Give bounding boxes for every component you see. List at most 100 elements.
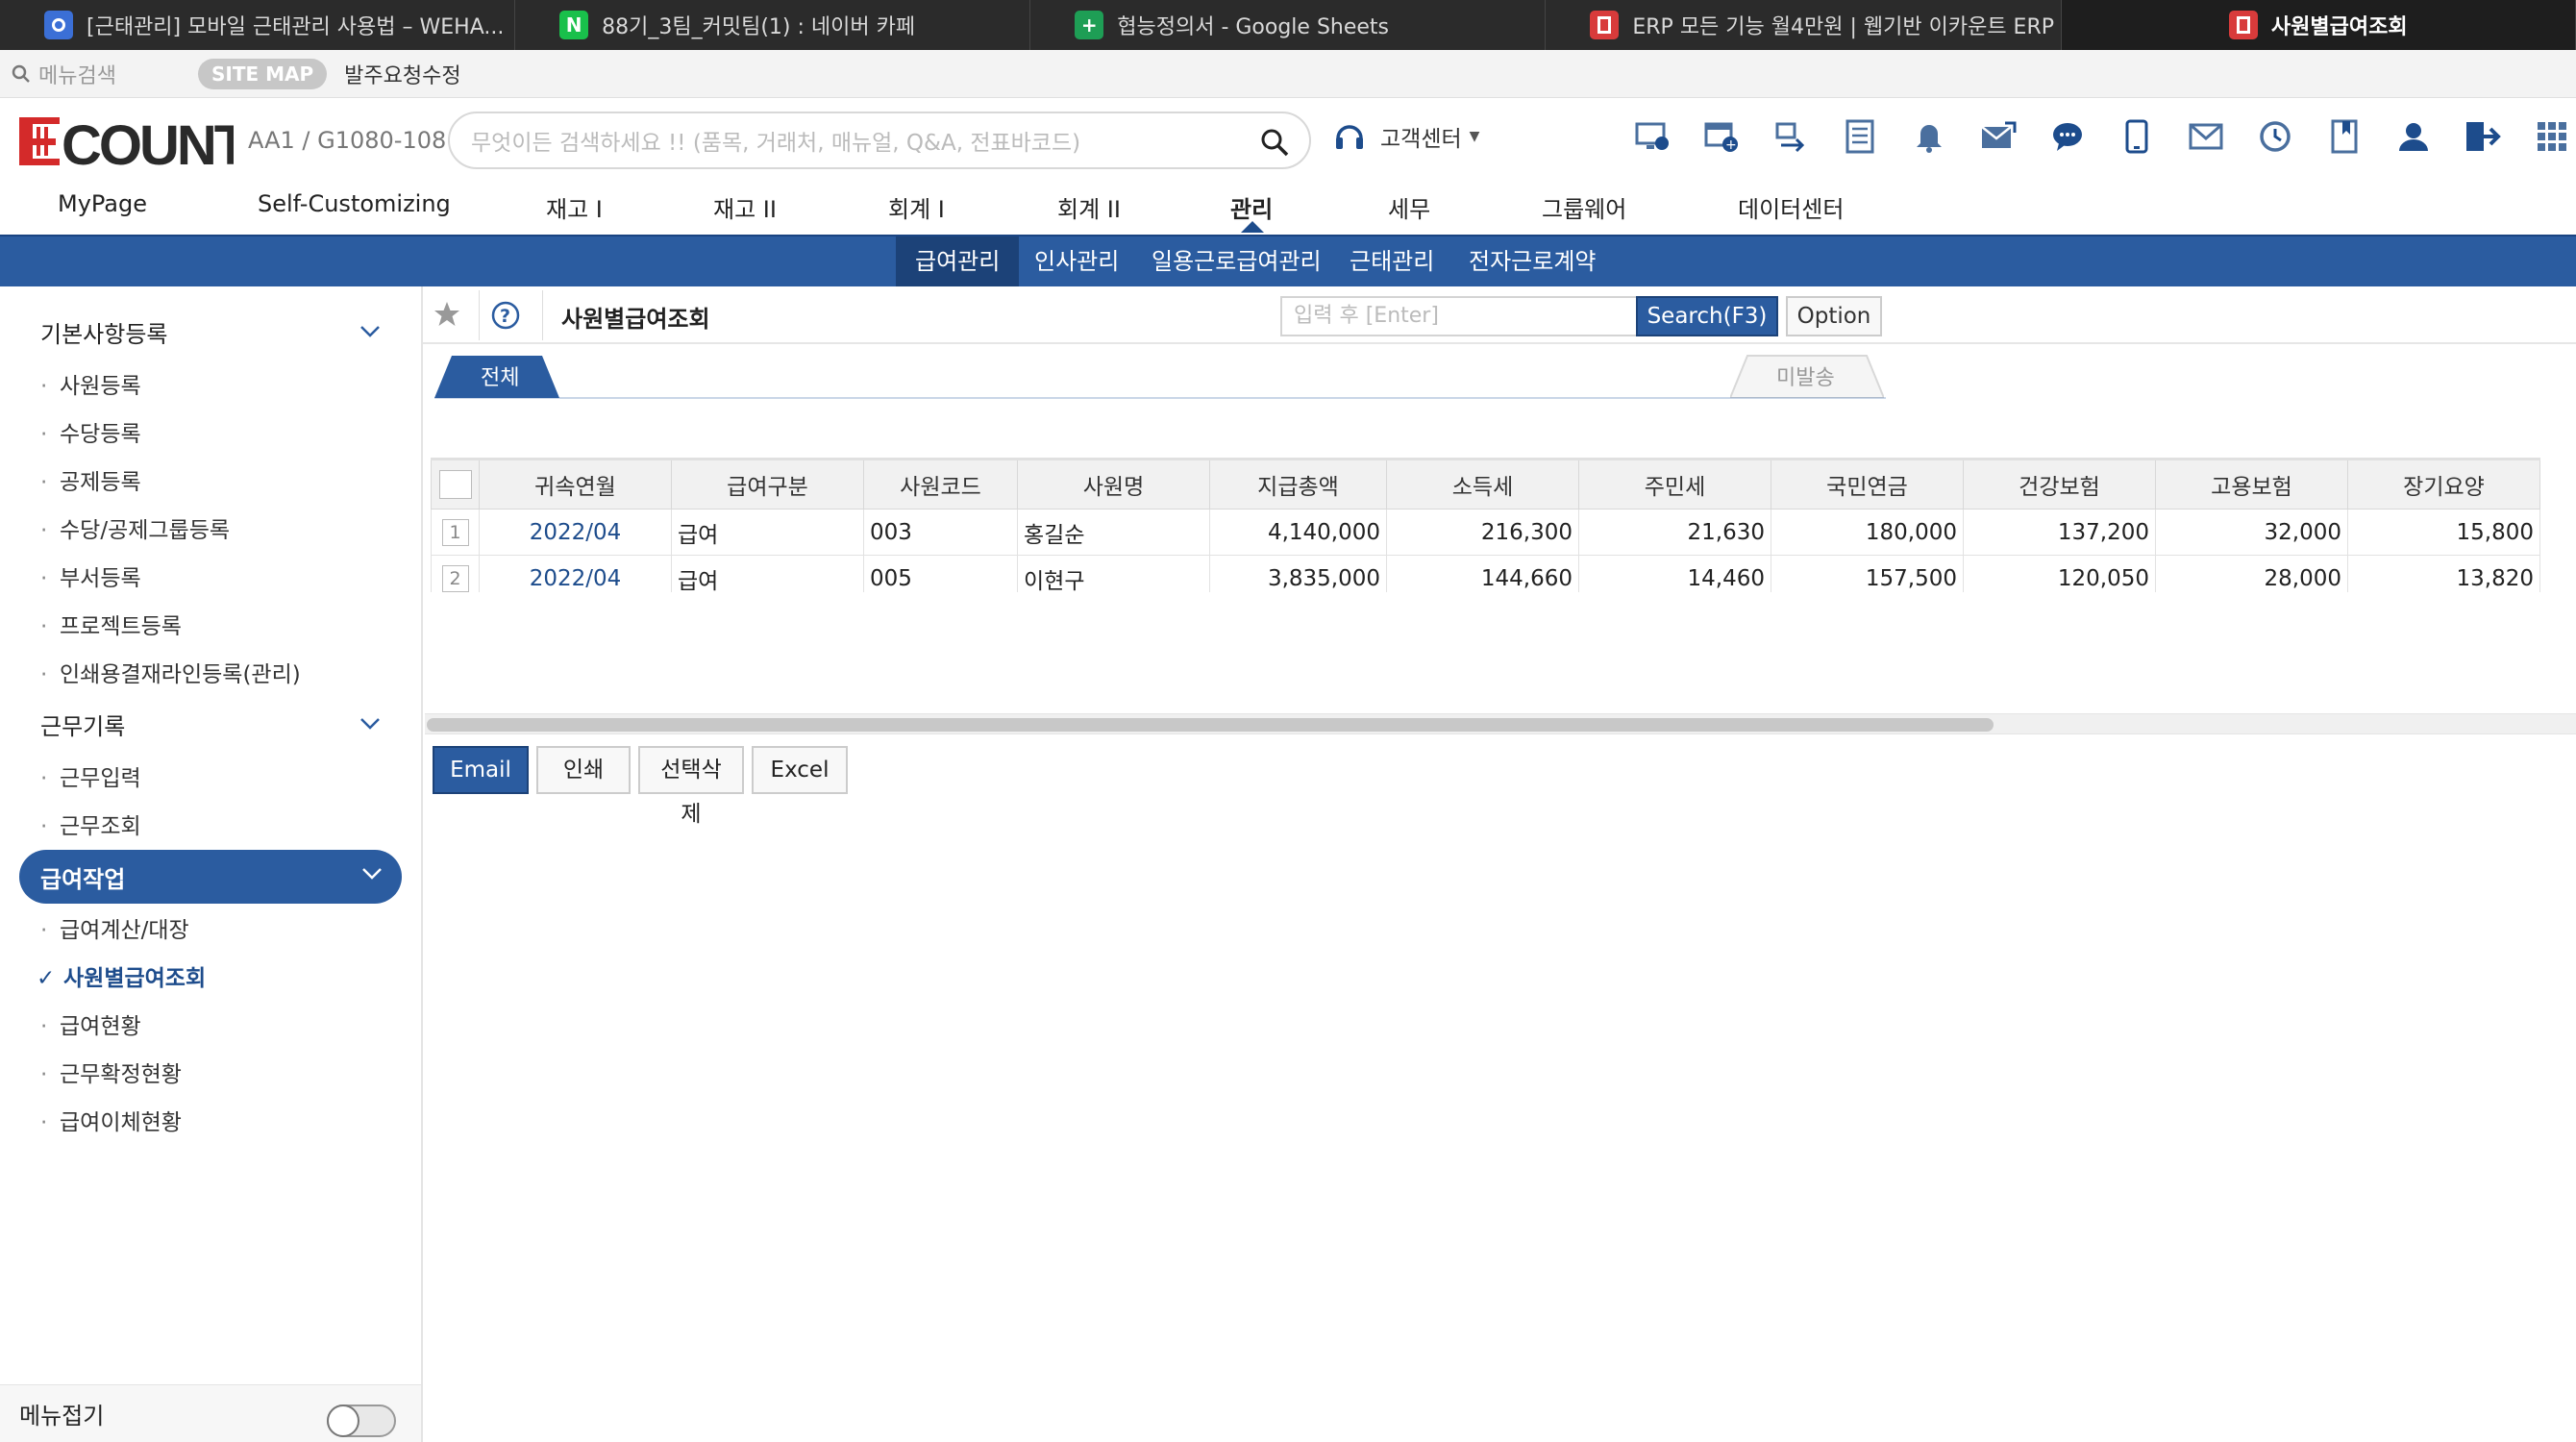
row-number-cell[interactable]: 2 bbox=[431, 555, 480, 592]
search-icon[interactable] bbox=[1259, 127, 1290, 158]
horizontal-scrollbar[interactable] bbox=[425, 713, 2576, 734]
select-all-checkbox[interactable] bbox=[438, 470, 472, 499]
chevron-down-icon[interactable] bbox=[359, 325, 381, 338]
nav-mypage[interactable]: MyPage bbox=[58, 190, 147, 217]
nav-accounting-1[interactable]: 회계 I bbox=[888, 190, 945, 224]
bell-icon[interactable] bbox=[1911, 117, 1947, 156]
browser-tab-4[interactable]: ERP 모든 기능 월4만원 | 웹기반 이카운트 ERP bbox=[1546, 0, 2062, 50]
bookmark-book-icon[interactable] bbox=[2326, 117, 2363, 156]
excel-button[interactable]: Excel bbox=[752, 746, 848, 794]
add-window-icon[interactable]: + bbox=[1703, 117, 1740, 156]
customer-center-menu[interactable]: 고객센터 ▼ bbox=[1332, 119, 1479, 154]
sidebar-item-employee-payroll-current[interactable]: ✓ 사원별급여조회 bbox=[37, 959, 206, 992]
row-pay-type: 급여 bbox=[671, 555, 864, 592]
col-emp-code[interactable]: 사원코드 bbox=[863, 458, 1018, 510]
nav-tax[interactable]: 세무 bbox=[1388, 190, 1430, 224]
col-resident-tax[interactable]: 주민세 bbox=[1578, 458, 1771, 510]
sidebar-item-project-reg[interactable]: · 프로젝트등록 bbox=[40, 608, 182, 640]
nav-groupware[interactable]: 그룹웨어 bbox=[1542, 190, 1626, 224]
menu-search[interactable]: 메뉴검색 bbox=[0, 59, 192, 89]
row-number-cell[interactable]: 1 bbox=[431, 509, 480, 556]
mail-icon[interactable] bbox=[2188, 117, 2224, 156]
scrollbar-thumb[interactable] bbox=[427, 718, 1994, 732]
row-number[interactable]: 1 bbox=[441, 518, 469, 546]
sidebar-item-work-confirm[interactable]: · 근무확정현황 bbox=[40, 1056, 182, 1088]
help-icon[interactable]: ? bbox=[490, 300, 521, 331]
quick-search-input[interactable]: 입력 후 [Enter] bbox=[1280, 296, 1676, 336]
table-row[interactable]: 2 2022/04 급여 005 이현구 3,835,000 144,660 14,460 15… bbox=[431, 555, 2540, 592]
subnav-attendance[interactable]: 근태관리 bbox=[1330, 236, 1453, 286]
mobile-icon[interactable] bbox=[2118, 117, 2155, 156]
sidebar-item-work-query[interactable]: · 근무조회 bbox=[40, 808, 141, 840]
sidebar-item-group-reg[interactable]: · 수당/공제그룹등록 bbox=[40, 511, 230, 544]
user-icon[interactable] bbox=[2395, 117, 2432, 156]
site-map-button[interactable]: SITE MAP bbox=[198, 58, 328, 89]
col-long-term-care[interactable]: 장기요양 bbox=[2347, 458, 2540, 510]
subnav-daily-payroll[interactable]: 일용근로급여관리 bbox=[1132, 236, 1341, 286]
sidebar-group-payroll-active[interactable]: 급여작업 bbox=[19, 850, 402, 904]
sidebar-item-employee-reg[interactable]: · 사원등록 bbox=[40, 367, 141, 400]
tab-unsent[interactable]: 미발송 bbox=[1730, 354, 1884, 398]
col-income-tax[interactable]: 소득세 bbox=[1386, 458, 1579, 510]
browser-tab-1[interactable]: [근태관리] 모바일 근태관리 사용법 – WEHA... bbox=[0, 0, 516, 50]
col-pension[interactable]: 국민연금 bbox=[1771, 458, 1964, 510]
sidebar-item-dept-reg[interactable]: · 부서등록 bbox=[40, 559, 141, 592]
print-button[interactable]: 인쇄 bbox=[536, 746, 631, 794]
mail-send-icon[interactable] bbox=[1980, 117, 2017, 156]
nav-inventory-2[interactable]: 재고 II bbox=[713, 190, 777, 224]
sidebar-group-work[interactable]: 근무기록 bbox=[40, 708, 125, 741]
browser-tab-2[interactable]: N 88기_3팀_커밋팀(1) : 네이버 카페 bbox=[515, 0, 1031, 50]
search-icon bbox=[12, 64, 30, 83]
nav-data-center[interactable]: 데이터센터 bbox=[1738, 190, 1844, 224]
row-month-link[interactable]: 2022/04 bbox=[479, 555, 672, 592]
col-month[interactable]: 귀속연월 bbox=[479, 458, 672, 510]
table-row[interactable]: 1 2022/04 급여 003 홍길순 4,140,000 216,300 21,630 18… bbox=[431, 509, 2540, 556]
col-pay-type[interactable]: 급여구분 bbox=[671, 458, 864, 510]
favorite-star-icon[interactable] bbox=[433, 300, 461, 329]
sidebar-item-work-input[interactable]: · 근무입력 bbox=[40, 759, 141, 792]
col-employment[interactable]: 고용보험 bbox=[2155, 458, 2348, 510]
sidebar-item-approval-line[interactable]: · 인쇄용결재라인등록(관리) bbox=[40, 656, 301, 688]
row-number[interactable]: 2 bbox=[441, 564, 469, 592]
chevron-down-icon[interactable] bbox=[359, 717, 381, 731]
sidebar-item-allowance-reg[interactable]: · 수당등록 bbox=[40, 415, 141, 448]
sidebar-item-payroll-status[interactable]: · 급여현황 bbox=[40, 1007, 141, 1040]
sidebar-item-deduction-reg[interactable]: · 공제등록 bbox=[40, 463, 141, 496]
tab-all[interactable]: 전체 bbox=[434, 354, 559, 398]
delete-selected-button[interactable]: 선택삭제 bbox=[638, 746, 744, 827]
nav-accounting-2[interactable]: 회계 II bbox=[1057, 190, 1121, 224]
nav-self-customizing[interactable]: Self-Customizing bbox=[258, 190, 451, 217]
chat-icon[interactable] bbox=[2049, 117, 2086, 156]
option-button[interactable]: Option bbox=[1786, 296, 1882, 336]
nav-inventory-1[interactable]: 재고 I bbox=[546, 190, 603, 224]
col-emp-name[interactable]: 사원명 bbox=[1017, 458, 1210, 510]
row-income-tax: 144,660 bbox=[1386, 555, 1579, 592]
transfer-icon[interactable] bbox=[1772, 117, 1809, 156]
subnav-e-contract[interactable]: 전자근로계약 bbox=[1449, 236, 1615, 286]
collapse-menu-toggle[interactable] bbox=[327, 1405, 396, 1437]
document-list-icon[interactable] bbox=[1842, 117, 1878, 156]
ecount-logo[interactable]: COUNT bbox=[17, 113, 234, 169]
app-grid-icon[interactable] bbox=[2534, 117, 2570, 156]
subnav-payroll[interactable]: 급여관리 bbox=[896, 236, 1020, 286]
clock-icon[interactable] bbox=[2257, 117, 2293, 156]
browser-tab-3[interactable]: + 협능정의서 - Google Sheets bbox=[1030, 0, 1547, 50]
sidebar-item-payroll-calc[interactable]: · 급여계산/대장 bbox=[40, 911, 189, 944]
col-total-pay[interactable]: 지급총액 bbox=[1209, 458, 1387, 510]
nav-management[interactable]: 관리 bbox=[1230, 190, 1273, 224]
sidebar-group-basic[interactable]: 기본사항등록 bbox=[40, 315, 167, 349]
browser-tab-5-active[interactable]: 사원별급여조회 bbox=[2061, 0, 2576, 50]
logout-icon[interactable] bbox=[2465, 117, 2501, 156]
col-health[interactable]: 건강보험 bbox=[1963, 458, 2156, 510]
order-request-link[interactable]: 발주요청수정 bbox=[344, 59, 460, 89]
remote-support-icon[interactable] bbox=[1634, 117, 1671, 156]
subnav-hr[interactable]: 인사관리 bbox=[1015, 236, 1138, 286]
check-icon: ✓ bbox=[37, 966, 56, 991]
row-month-link[interactable]: 2022/04 bbox=[479, 509, 672, 556]
email-button[interactable]: Email bbox=[433, 746, 529, 794]
row-resident-tax: 21,630 bbox=[1578, 509, 1771, 556]
search-button[interactable]: Search(F3) bbox=[1636, 296, 1778, 336]
global-search-input[interactable]: 무엇이든 검색하세요 !! (품목, 거래처, 매뉴얼, Q&A, 전표바코드) bbox=[448, 112, 1311, 169]
sidebar-item-payroll-transfer[interactable]: · 급여이체현황 bbox=[40, 1104, 182, 1136]
browser-tab-title: ERP 모든 기능 월4만원 | 웹기반 이카운트 ERP bbox=[1632, 15, 2055, 39]
